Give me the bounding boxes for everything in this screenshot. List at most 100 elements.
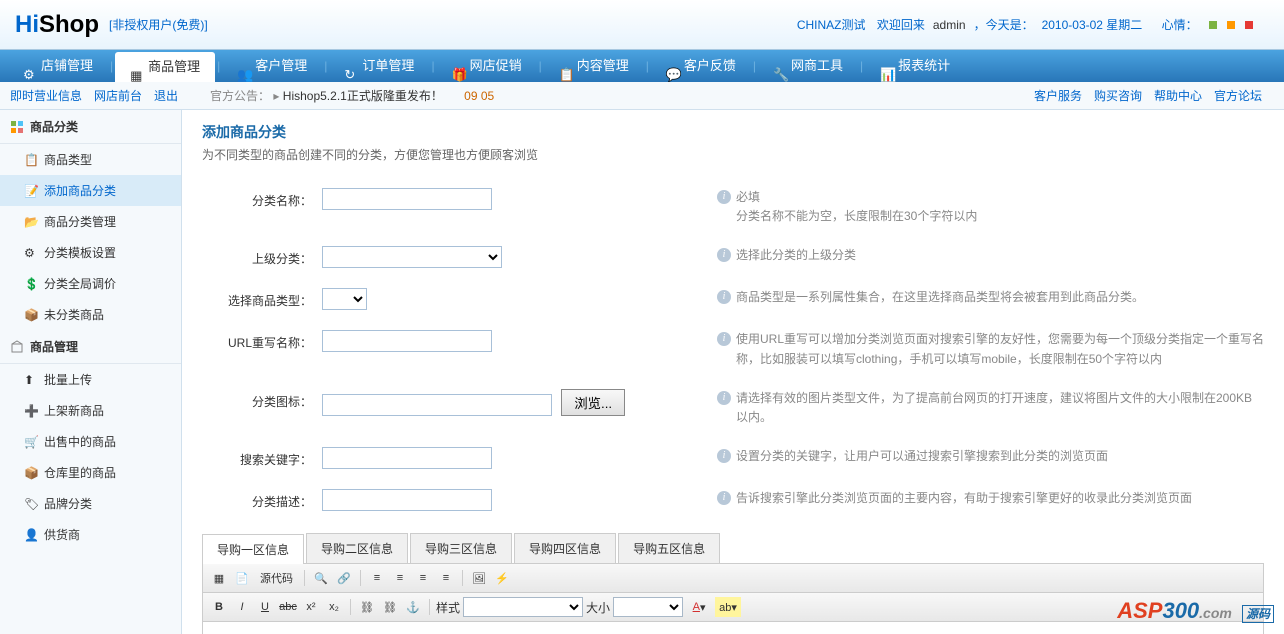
nav-item-4[interactable]: 🎁网店促销 (437, 50, 537, 82)
unlink-icon[interactable]: ⛓ (380, 597, 400, 617)
flash-icon[interactable]: ⚡ (492, 568, 512, 588)
source-button[interactable]: 源代码 (255, 568, 298, 588)
nav-item-1[interactable]: ▦商品管理 (115, 52, 215, 82)
nav-item-2[interactable]: 👥客户管理 (222, 50, 322, 82)
nav-icon: 💬 (666, 59, 680, 73)
input-url-rewrite[interactable] (322, 330, 492, 352)
select-parent-category[interactable] (322, 246, 502, 268)
link-icon[interactable]: 🔗 (334, 568, 354, 588)
subbar-right-link-2[interactable]: 帮助中心 (1154, 89, 1202, 103)
nav-icon: 👥 (237, 59, 251, 73)
preview-icon[interactable]: 🔍 (311, 568, 331, 588)
browse-button[interactable]: 浏览... (561, 389, 625, 416)
sidebar-item-icon: 📦 (24, 308, 38, 322)
nav-icon: ▦ (130, 60, 144, 74)
nav-item-0[interactable]: ⚙店铺管理 (8, 50, 108, 82)
test-label: CHINAZ测试 (797, 18, 866, 32)
sidebar-item-icon: 💲 (24, 277, 38, 291)
nav-item-3[interactable]: ↻订单管理 (329, 50, 429, 82)
rich-editor: ▦ 📄 源代码 🔍 🔗 ≡ ≡ ≡ ≡ 🖼 ⚡ B I U abc x (202, 564, 1264, 634)
label-parent-category: 上级分类： (202, 246, 322, 267)
sidebar-item-icon: 📋 (24, 153, 38, 167)
announcement-link[interactable]: Hishop5.2.1正式版隆重发布！ (283, 89, 443, 103)
tab-1[interactable]: 导购二区信息 (306, 533, 408, 563)
size-label: 大小 (586, 599, 610, 616)
subbar-link-2[interactable]: 退出 (154, 89, 178, 103)
nav-icon: ↻ (344, 59, 358, 73)
template-icon[interactable]: 📄 (232, 568, 252, 588)
sidebar-item-icon: 📦 (24, 466, 38, 480)
subbar-right-link-0[interactable]: 客户服务 (1034, 89, 1082, 103)
sidebar-item[interactable]: 👤供货商 (0, 519, 181, 550)
italic-icon[interactable]: I (232, 597, 252, 617)
bg-color-icon[interactable]: ab▾ (715, 597, 741, 617)
sidebar-item[interactable]: 🛒出售中的商品 (0, 426, 181, 457)
info-icon: i (717, 449, 731, 463)
text-color-icon[interactable]: A▾ (686, 597, 712, 617)
tab-4[interactable]: 导购五区信息 (618, 533, 720, 563)
info-icon: i (717, 391, 731, 405)
license-label: [非授权用户(免费)] (109, 16, 208, 33)
sidebar-item[interactable]: 📦仓库里的商品 (0, 457, 181, 488)
mood-icons[interactable] (1209, 21, 1261, 29)
mood-label: 心情： (1162, 18, 1198, 32)
tab-3[interactable]: 导购四区信息 (514, 533, 616, 563)
align-left-icon[interactable]: ≡ (367, 568, 387, 588)
bold-icon[interactable]: B (209, 597, 229, 617)
source-icon[interactable]: ▦ (209, 568, 229, 588)
sidebar-item[interactable]: 🏷品牌分类 (0, 488, 181, 519)
welcome-label: 欢迎回来admin，今天是：2010-03-02 星期二 (877, 18, 1150, 32)
label-product-type: 选择商品类型： (202, 288, 322, 309)
size-select[interactable] (613, 597, 683, 617)
superscript-icon[interactable]: x² (301, 597, 321, 617)
box-icon (10, 340, 24, 354)
tab-0[interactable]: 导购一区信息 (202, 534, 304, 564)
nav-item-5[interactable]: 📋内容管理 (544, 50, 644, 82)
header-bar: HiShop [非授权用户(免费)] CHINAZ测试 欢迎回来admin，今天… (0, 0, 1284, 50)
nav-icon: 📋 (559, 59, 573, 73)
subbar-link-0[interactable]: 即时营业信息 (10, 89, 82, 103)
sub-bar: 即时营业信息网店前台退出 官方公告： ▸ Hishop5.2.1正式版隆重发布！… (0, 82, 1284, 110)
nav-item-6[interactable]: 💬客户反馈 (651, 50, 751, 82)
input-description[interactable] (322, 489, 492, 511)
nav-item-8[interactable]: 📊报表统计 (865, 50, 965, 82)
sidebar-item[interactable]: 📋商品类型 (0, 144, 181, 175)
align-right-icon[interactable]: ≡ (413, 568, 433, 588)
sidebar-item-icon: ⬆ (24, 373, 38, 387)
sidebar: 商品分类 📋商品类型📝添加商品分类📂商品分类管理⚙分类模板设置💲分类全局调价📦未… (0, 110, 182, 634)
editor-content[interactable] (203, 622, 1263, 634)
logo: HiShop (15, 11, 99, 39)
sidebar-item-icon: 🏷 (24, 497, 38, 511)
label-description: 分类描述： (202, 489, 322, 510)
select-product-type[interactable] (322, 288, 367, 310)
underline-icon[interactable]: U (255, 597, 275, 617)
nav-icon: 📊 (880, 59, 894, 73)
subscript-icon[interactable]: x₂ (324, 597, 344, 617)
input-keywords[interactable] (322, 447, 492, 469)
sidebar-item[interactable]: 📝添加商品分类 (0, 175, 181, 206)
sidebar-item[interactable]: 📦未分类商品 (0, 299, 181, 330)
sidebar-item[interactable]: ➕上架新商品 (0, 395, 181, 426)
subbar-right-link-1[interactable]: 购买咨询 (1094, 89, 1142, 103)
input-category-name[interactable] (322, 188, 492, 210)
chain-icon[interactable]: ⛓ (357, 597, 377, 617)
sidebar-item[interactable]: ⬆批量上传 (0, 364, 181, 395)
info-icon: i (717, 248, 731, 262)
content-area: 添加商品分类 为不同类型的商品创建不同的分类，方便您管理也方便顾客浏览 分类名称… (182, 110, 1284, 634)
tab-2[interactable]: 导购三区信息 (410, 533, 512, 563)
info-icon: i (717, 491, 731, 505)
strike-icon[interactable]: abc (278, 597, 298, 617)
anchor-icon[interactable]: ⚓ (403, 597, 423, 617)
sidebar-item[interactable]: ⚙分类模板设置 (0, 237, 181, 268)
sidebar-item[interactable]: 💲分类全局调价 (0, 268, 181, 299)
sidebar-item[interactable]: 📂商品分类管理 (0, 206, 181, 237)
nav-item-7[interactable]: 🔧网商工具 (758, 50, 858, 82)
sidebar-group-product: 商品管理 (0, 330, 181, 364)
subbar-right-link-3[interactable]: 官方论坛 (1214, 89, 1262, 103)
info-icon: i (717, 190, 731, 204)
align-justify-icon[interactable]: ≡ (436, 568, 456, 588)
image-icon[interactable]: 🖼 (469, 568, 489, 588)
subbar-link-1[interactable]: 网店前台 (94, 89, 142, 103)
style-select[interactable] (463, 597, 583, 617)
align-center-icon[interactable]: ≡ (390, 568, 410, 588)
